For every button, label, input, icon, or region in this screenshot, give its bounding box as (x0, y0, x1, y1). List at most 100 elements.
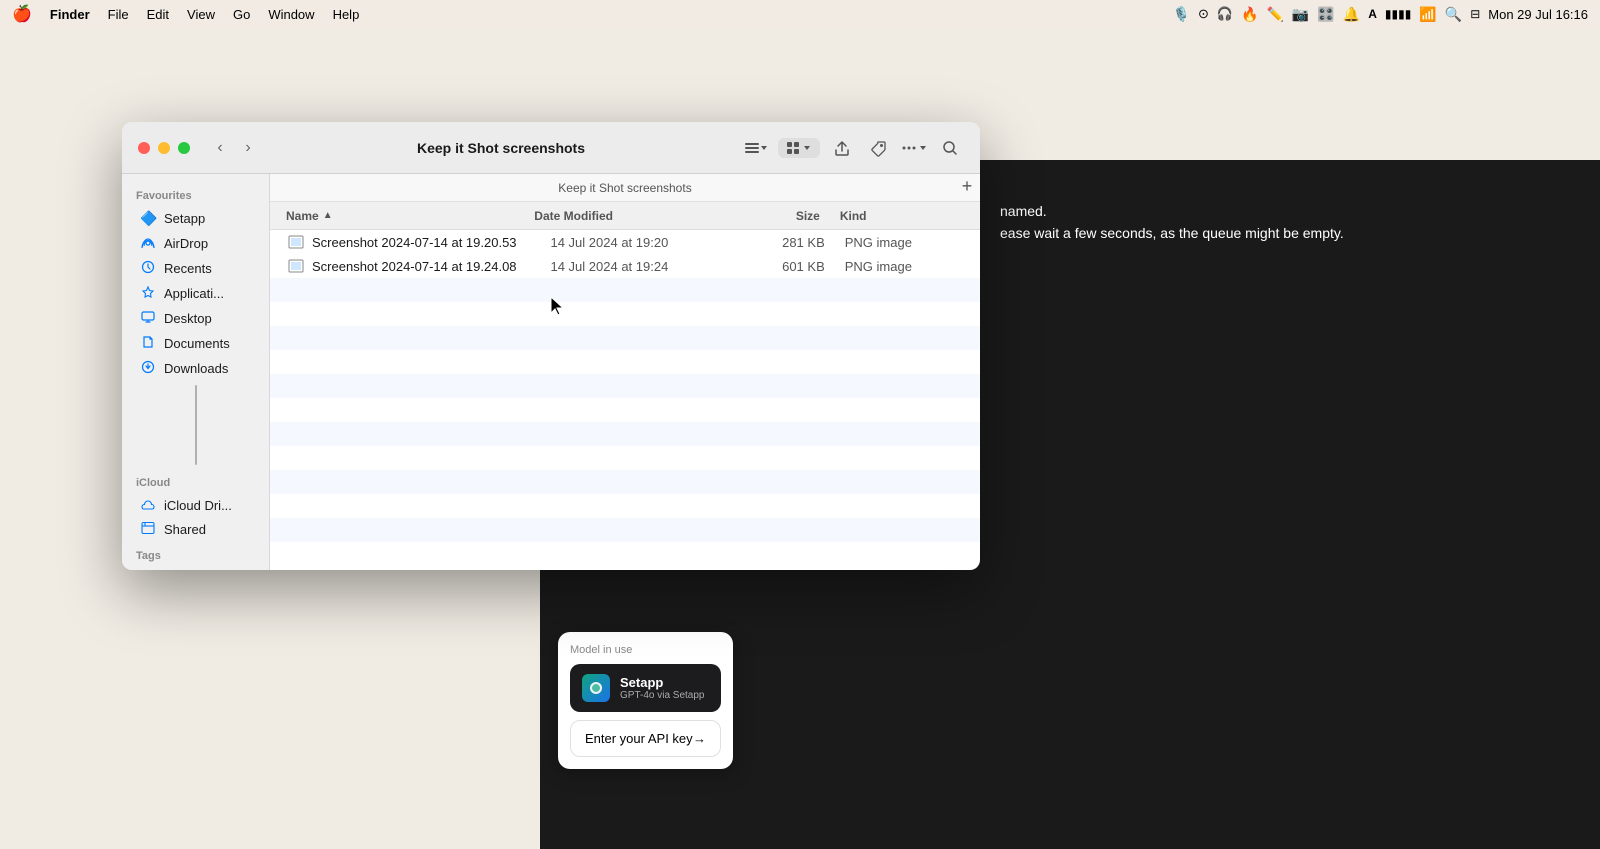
menu-view[interactable]: View (187, 7, 215, 22)
share-button[interactable] (828, 134, 856, 162)
empty-row (270, 494, 980, 518)
shared-icon (140, 521, 156, 538)
headphone-icon[interactable]: 🎧 (1217, 6, 1233, 22)
sidebar-item-recents-label: Recents (164, 261, 212, 276)
table-row[interactable]: Screenshot 2024-07-14 at 19.20.53 14 Jul… (270, 230, 980, 254)
wifi-icon[interactable]: 📶 (1419, 6, 1436, 23)
finder-window: ‹ › Keep it Shot screenshots (122, 122, 980, 570)
sidebar-item-applications[interactable]: Applicati... (126, 281, 265, 306)
bell-icon[interactable]: 🔔 (1343, 6, 1360, 23)
screenrecord-icon[interactable]: ⊙ (1198, 6, 1209, 22)
menu-file[interactable]: File (108, 7, 129, 22)
search-button[interactable] (936, 134, 964, 162)
nav-buttons: ‹ › (208, 136, 260, 160)
sidebar-item-desktop[interactable]: Desktop (126, 306, 265, 331)
col-kind-header[interactable]: Kind (840, 209, 964, 223)
desktop-icon (140, 310, 156, 327)
sidebar-item-icloud-label: iCloud Dri... (164, 498, 232, 513)
sidebar-item-applications-label: Applicati... (164, 286, 224, 301)
empty-row (270, 374, 980, 398)
list-view-button[interactable] (742, 134, 770, 162)
grid-view-button[interactable] (778, 138, 820, 158)
sidebar-item-setapp[interactable]: 🔷 Setapp (126, 206, 265, 231)
finder-breadcrumb: Keep it Shot screenshots (270, 174, 980, 202)
finder-sidebar: Favourites 🔷 Setapp AirDrop (122, 174, 270, 570)
font-icon[interactable]: A (1368, 7, 1377, 21)
empty-row (270, 470, 980, 494)
file-date: 14 Jul 2024 at 19:24 (550, 259, 729, 274)
file-kind: PNG image (845, 259, 964, 274)
file-size: 281 KB (729, 235, 844, 250)
setapp-sidebar-icon: 🔷 (140, 210, 156, 227)
finder-main: Keep it Shot screenshots Name ▲ Date Mod… (270, 174, 980, 570)
downloads-icon (140, 360, 156, 377)
microphone-icon[interactable]: 🎙️ (1173, 6, 1190, 23)
airdrop-icon (140, 235, 156, 252)
fire-icon[interactable]: 🔥 (1241, 6, 1258, 23)
applications-icon (140, 285, 156, 302)
sidebar-item-shared-label: Shared (164, 522, 206, 537)
sidebar-item-setapp-label: Setapp (164, 211, 205, 226)
empty-row (270, 542, 980, 566)
menu-help[interactable]: Help (333, 7, 360, 22)
empty-row (270, 302, 980, 326)
tags-header: Tags (122, 542, 269, 566)
back-button[interactable]: ‹ (208, 136, 232, 160)
icloud-header: iCloud (122, 469, 269, 493)
control-center-icon[interactable]: ⊟ (1470, 7, 1480, 21)
more-button[interactable] (900, 134, 928, 162)
sidebar-item-downloads-label: Downloads (164, 361, 228, 376)
camera-icon[interactable]: 📷 (1292, 6, 1309, 23)
col-name-header[interactable]: Name ▲ (286, 209, 534, 223)
empty-row (270, 518, 980, 542)
close-button[interactable] (138, 142, 150, 154)
file-name: Screenshot 2024-07-14 at 19.24.08 (312, 259, 550, 274)
minimize-button[interactable] (158, 142, 170, 154)
setapp-option[interactable]: Setapp GPT-4o via Setapp (570, 664, 721, 712)
api-key-button[interactable]: Enter your API key → (570, 720, 721, 757)
menu-window[interactable]: Window (268, 7, 314, 22)
mixer-icon[interactable]: 🎛️ (1317, 6, 1334, 23)
add-folder-button[interactable]: + (955, 174, 979, 198)
sidebar-item-icloud-drive[interactable]: iCloud Dri... (126, 493, 265, 517)
col-date-header[interactable]: Date Modified (534, 209, 720, 223)
empty-row (270, 278, 980, 302)
setapp-text: Setapp GPT-4o via Setapp (620, 675, 705, 701)
file-icon (286, 258, 306, 274)
forward-button[interactable]: › (236, 136, 260, 160)
table-row[interactable]: Screenshot 2024-07-14 at 19.24.08 14 Jul… (270, 254, 980, 278)
toolbar-actions (742, 134, 964, 162)
sidebar-item-shared[interactable]: Shared (126, 517, 265, 542)
menu-go[interactable]: Go (233, 7, 250, 22)
empty-row (270, 446, 980, 470)
pencil-icon[interactable]: ✏️ (1266, 6, 1283, 23)
col-size-header[interactable]: Size (721, 209, 840, 223)
finder-toolbar: ‹ › Keep it Shot screenshots (122, 122, 980, 174)
apple-menu[interactable]: 🍎 (12, 4, 32, 24)
sidebar-item-red[interactable]: Red (126, 566, 265, 570)
setapp-name: Setapp (620, 675, 705, 690)
sidebar-item-downloads[interactable]: Downloads (126, 356, 265, 381)
recents-icon (140, 260, 156, 277)
tag-button[interactable] (864, 134, 892, 162)
sidebar-item-airdrop-label: AirDrop (164, 236, 208, 251)
file-kind: PNG image (845, 235, 964, 250)
column-headers: Name ▲ Date Modified Size Kind (270, 202, 980, 230)
battery-icon: ▮▮▮▮ (1385, 7, 1411, 21)
empty-row (270, 350, 980, 374)
clock: Mon 29 Jul 16:16 (1488, 7, 1588, 22)
app-name[interactable]: Finder (50, 7, 90, 22)
fullscreen-button[interactable] (178, 142, 190, 154)
search-icon[interactable]: 🔍 (1445, 6, 1462, 23)
icloud-drive-icon (140, 497, 156, 513)
menu-edit[interactable]: Edit (147, 7, 169, 22)
sidebar-item-documents[interactable]: Documents (126, 331, 265, 356)
setapp-sub: GPT-4o via Setapp (620, 690, 705, 701)
file-icon (286, 234, 306, 250)
file-name: Screenshot 2024-07-14 at 19.20.53 (312, 235, 550, 250)
sidebar-scrollbar (195, 385, 197, 465)
api-key-arrow: → (693, 731, 706, 746)
sidebar-item-recents[interactable]: Recents (126, 256, 265, 281)
model-popup-card: Model in use Setapp GPT-4o via Setapp En… (558, 632, 733, 769)
sidebar-item-airdrop[interactable]: AirDrop (126, 231, 265, 256)
